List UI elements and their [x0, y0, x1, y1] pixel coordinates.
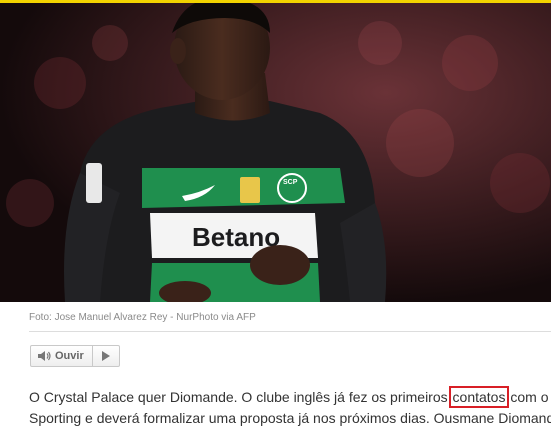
play-button[interactable]	[91, 346, 119, 366]
article-line-2: Sporting e deverá formalizar uma propost…	[29, 410, 551, 426]
article-body: O Crystal Palace quer Diomande. O clube …	[29, 386, 551, 429]
listen-button-label: Ouvir	[55, 350, 84, 362]
speaker-icon	[38, 351, 51, 361]
listen-button[interactable]: Ouvir	[31, 346, 92, 366]
article-line-1: O Crystal Palace quer Diomande. O clube …	[29, 386, 551, 408]
photo-caption: Foto: Jose Manuel Alvarez Rey - NurPhoto…	[29, 312, 256, 323]
player-photo-illustration: Betano SCP	[0, 3, 551, 302]
caption-divider	[29, 331, 551, 332]
listen-audio-control: Ouvir	[30, 345, 120, 367]
article-hero-photo: Betano SCP	[0, 3, 551, 302]
article-text-segment: com o	[510, 389, 549, 405]
jersey-crest-text: SCP	[283, 179, 298, 186]
play-icon	[101, 351, 110, 361]
highlighted-word-contatos[interactable]: contatos	[448, 386, 510, 408]
article-text-segment: O Crystal Palace quer Diomande. O clube …	[29, 389, 448, 405]
